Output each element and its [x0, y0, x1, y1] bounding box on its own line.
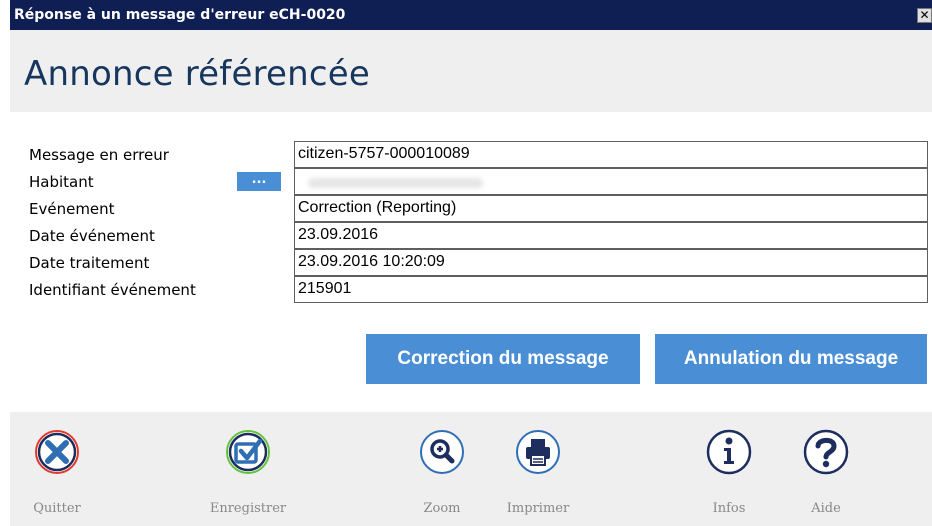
label-habitant: Habitant: [29, 173, 94, 191]
zoom-icon: [420, 430, 464, 474]
save-button[interactable]: Enregistrer: [188, 428, 308, 523]
help-label: Aide: [811, 501, 841, 516]
page-title: Annonce référencée: [24, 54, 370, 94]
label-date-evenement: Date événement: [29, 227, 155, 245]
close-icon: [35, 430, 79, 474]
message-en-erreur-field[interactable]: citizen-5757-000010089: [294, 141, 928, 168]
date-evenement-field[interactable]: 23.09.2016: [294, 222, 928, 249]
date-traitement-field[interactable]: 23.09.2016 10:20:09: [294, 249, 928, 276]
quit-button[interactable]: Quitter: [0, 428, 117, 523]
correction-message-button[interactable]: Correction du message: [366, 334, 640, 384]
habitant-field[interactable]: [294, 168, 928, 195]
quit-label: Quitter: [33, 501, 81, 516]
label-identifiant-evenement: Identifiant événement: [29, 281, 196, 299]
window-titlebar: Réponse à un message d'erreur eCH-0020 ✕: [10, 0, 932, 30]
help-button[interactable]: Aide: [766, 428, 886, 523]
printer-icon: [516, 430, 560, 474]
evenement-field[interactable]: Correction (Reporting): [294, 195, 928, 222]
print-button[interactable]: Imprimer: [478, 428, 598, 523]
save-label: Enregistrer: [209, 501, 287, 516]
annulation-message-button[interactable]: Annulation du message: [655, 334, 927, 384]
window-close-button[interactable]: ✕: [917, 8, 932, 23]
label-message-en-erreur: Message en erreur: [29, 146, 169, 164]
label-date-traitement: Date traitement: [29, 254, 150, 272]
identifiant-evenement-field[interactable]: 215901: [294, 276, 928, 303]
check-icon: [226, 430, 270, 474]
habitant-lookup-button[interactable]: ...: [237, 172, 281, 191]
habitant-redacted-value: [308, 178, 483, 188]
window-title: Réponse à un message d'erreur eCH-0020: [14, 7, 346, 23]
page-header: Annonce référencée: [10, 30, 932, 112]
info-icon: [706, 429, 752, 475]
label-evenement: Evénement: [29, 200, 115, 218]
help-icon: [803, 429, 849, 475]
print-label: Imprimer: [506, 501, 570, 516]
